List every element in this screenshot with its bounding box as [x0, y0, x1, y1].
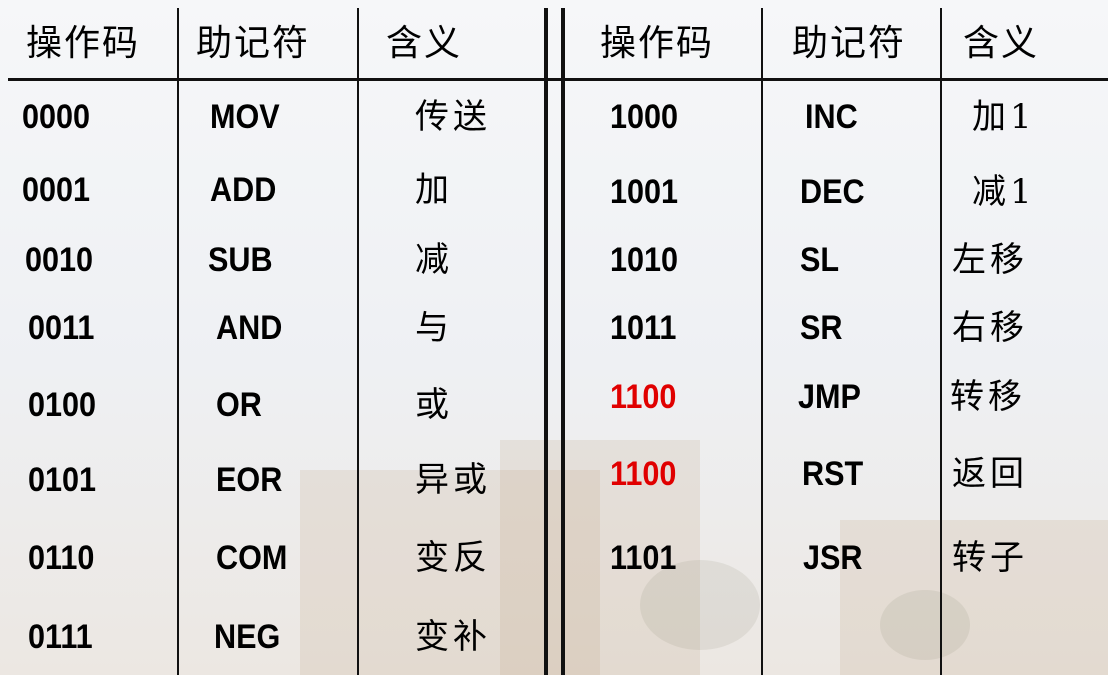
- opcode-cell-highlighted: 1100: [610, 378, 677, 416]
- mnemonic-cell: MOV: [210, 98, 280, 136]
- opcode-cell: 0011: [28, 309, 95, 347]
- opcode-cell: 0010: [25, 241, 94, 279]
- meaning-cell: 加: [415, 170, 453, 210]
- mnemonic-cell: RST: [802, 455, 864, 493]
- meaning-cell: 转子: [952, 538, 1028, 578]
- header-mnemonic: 助记符: [196, 23, 311, 64]
- opcode-cell: 1011: [610, 309, 677, 347]
- col-divider: [940, 8, 942, 675]
- meaning-cell: 右移: [952, 308, 1028, 348]
- mnemonic-cell: SUB: [208, 241, 273, 279]
- opcode-cell: 0110: [28, 539, 95, 577]
- header-opcode: 操作码: [600, 23, 715, 64]
- header-meaning: 含义: [963, 23, 1040, 64]
- mnemonic-cell: EOR: [216, 461, 283, 499]
- header-rule: [8, 78, 1108, 81]
- meaning-cell: 左移: [952, 240, 1028, 280]
- mnemonic-cell: AND: [216, 309, 283, 347]
- col-divider: [177, 8, 179, 675]
- table-split-divider: [561, 8, 565, 675]
- mnemonic-cell: COM: [216, 539, 288, 577]
- meaning-cell: 传送: [415, 97, 491, 137]
- mnemonic-cell: JMP: [798, 378, 861, 416]
- opcode-cell: 0000: [22, 98, 91, 136]
- mnemonic-cell: OR: [216, 386, 262, 424]
- mnemonic-cell: NEG: [214, 618, 281, 656]
- opcode-cell: 0100: [28, 386, 97, 424]
- opcode-table: 操作码 助记符 含义 操作码 助记符 含义 0000 MOV 传送 0001 A…: [0, 0, 1108, 675]
- opcode-cell: 0111: [28, 618, 93, 656]
- meaning-cell: 减1: [972, 172, 1036, 212]
- header-meaning: 含义: [386, 23, 463, 64]
- opcode-cell: 0101: [28, 461, 97, 499]
- col-divider: [761, 8, 763, 675]
- opcode-cell: 1001: [610, 173, 679, 211]
- meaning-cell: 与: [415, 308, 453, 348]
- opcode-cell-highlighted: 1100: [610, 455, 677, 493]
- header-opcode: 操作码: [26, 23, 141, 64]
- mnemonic-cell: SL: [800, 241, 840, 279]
- header-mnemonic: 助记符: [792, 23, 907, 64]
- col-divider: [357, 8, 359, 675]
- opcode-cell: 1010: [610, 241, 679, 279]
- meaning-cell: 加1: [972, 97, 1036, 137]
- meaning-cell: 减: [415, 240, 453, 280]
- meaning-cell: 返回: [952, 454, 1028, 494]
- mnemonic-cell: ADD: [210, 171, 277, 209]
- table-split-divider: [544, 8, 548, 675]
- meaning-cell: 转移: [950, 377, 1026, 417]
- mnemonic-cell: SR: [800, 309, 843, 347]
- opcode-cell: 0001: [22, 171, 91, 209]
- meaning-cell: 或: [415, 385, 453, 425]
- mnemonic-cell: JSR: [803, 539, 863, 577]
- meaning-cell: 变补: [415, 617, 491, 657]
- opcode-cell: 1000: [610, 98, 679, 136]
- opcode-cell: 1101: [610, 539, 677, 577]
- meaning-cell: 变反: [415, 538, 491, 578]
- mnemonic-cell: INC: [805, 98, 858, 136]
- meaning-cell: 异或: [415, 460, 491, 500]
- mnemonic-cell: DEC: [800, 173, 865, 211]
